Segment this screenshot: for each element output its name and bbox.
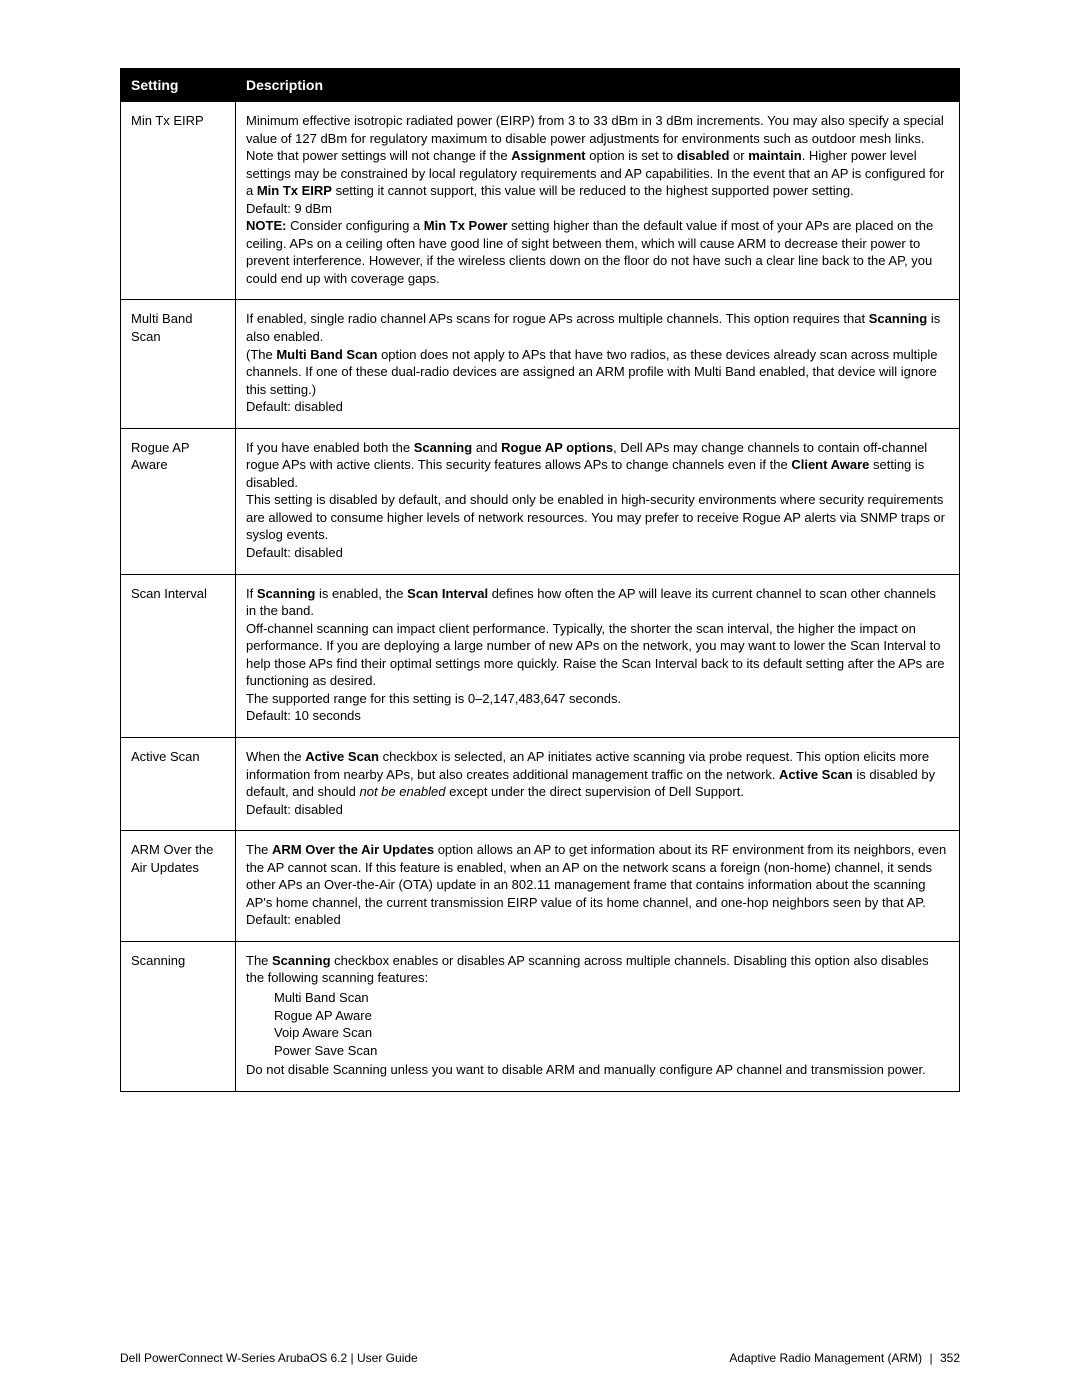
text: When the <box>246 749 305 764</box>
bold-term: Scan Interval <box>407 586 488 601</box>
default-text: Default: 9 dBm <box>246 201 332 216</box>
setting-cell: Multi Band Scan <box>121 300 236 428</box>
table-row: Multi Band Scan If enabled, single radio… <box>121 300 960 428</box>
setting-cell: Rogue AP Aware <box>121 428 236 574</box>
header-description: Description <box>236 69 960 102</box>
footer-product: Dell PowerConnect W-Series ArubaOS 6.2 <box>120 1351 347 1365</box>
bold-term: Scanning <box>414 440 473 455</box>
text: and <box>472 440 501 455</box>
text: If enabled, single radio channel APs sca… <box>246 311 869 326</box>
table-row: Min Tx EIRP Minimum effective isotropic … <box>121 102 960 300</box>
default-text: Default: 10 seconds <box>246 708 361 723</box>
text: checkbox enables or disables AP scanning… <box>246 953 929 986</box>
header-setting: Setting <box>121 69 236 102</box>
footer-right: Adaptive Radio Management (ARM) | 352 <box>729 1351 960 1365</box>
footer-guide: User Guide <box>357 1351 418 1365</box>
note-label: NOTE: <box>246 218 286 233</box>
text: If <box>246 586 257 601</box>
bold-term: ARM Over the Air Updates <box>272 842 434 857</box>
bold-term: maintain <box>748 148 801 163</box>
bold-term: Active Scan <box>779 767 853 782</box>
table-row: Active Scan When the Active Scan checkbo… <box>121 737 960 830</box>
list-item: Rogue AP Aware <box>274 1007 949 1025</box>
list-item: Voip Aware Scan <box>274 1024 949 1042</box>
description-cell: If you have enabled both the Scanning an… <box>236 428 960 574</box>
footer-page-number: 352 <box>940 1351 960 1365</box>
setting-cell: Active Scan <box>121 737 236 830</box>
table-row: ARM Over the Air Updates The ARM Over th… <box>121 831 960 942</box>
bold-term: Scanning <box>869 311 928 326</box>
text: Off-channel scanning can impact client p… <box>246 621 945 689</box>
description-cell: If enabled, single radio channel APs sca… <box>236 300 960 428</box>
settings-table: Setting Description Min Tx EIRP Minimum … <box>120 68 960 1092</box>
footer-sep: | <box>926 1351 936 1365</box>
table-header-row: Setting Description <box>121 69 960 102</box>
text: The <box>246 953 272 968</box>
bold-term: Multi Band Scan <box>276 347 377 362</box>
bold-term: Min Tx EIRP <box>257 183 332 198</box>
text: (The <box>246 347 276 362</box>
default-text: Default: disabled <box>246 802 343 817</box>
bold-term: Scanning <box>257 586 316 601</box>
description-cell: Minimum effective isotropic radiated pow… <box>236 102 960 300</box>
text: Do not disable Scanning unless you want … <box>246 1062 926 1077</box>
bold-term: Assignment <box>511 148 585 163</box>
page-footer: Dell PowerConnect W-Series ArubaOS 6.2 |… <box>120 1351 960 1365</box>
table-row: Scanning The Scanning checkbox enables o… <box>121 941 960 1091</box>
default-text: Default: enabled <box>246 912 341 927</box>
text: option is set to <box>586 148 677 163</box>
document-page: Setting Description Min Tx EIRP Minimum … <box>0 0 1080 1397</box>
text: Consider configuring a <box>286 218 423 233</box>
table-row: Scan Interval If Scanning is enabled, th… <box>121 574 960 737</box>
text: The <box>246 842 272 857</box>
bold-term: disabled <box>677 148 730 163</box>
description-cell: The ARM Over the Air Updates option allo… <box>236 831 960 942</box>
bold-term: Scanning <box>272 953 331 968</box>
text: is enabled, the <box>315 586 407 601</box>
setting-cell: Scanning <box>121 941 236 1091</box>
bold-term: Min Tx Power <box>424 218 508 233</box>
bold-term: Active Scan <box>305 749 379 764</box>
italic-term: not be enabled <box>359 784 445 799</box>
feature-list: Multi Band Scan Rogue AP Aware Voip Awar… <box>246 989 949 1059</box>
footer-left: Dell PowerConnect W-Series ArubaOS 6.2 |… <box>120 1351 418 1365</box>
table-row: Rogue AP Aware If you have enabled both … <box>121 428 960 574</box>
text: except under the direct supervision of D… <box>446 784 744 799</box>
bold-term: Rogue AP options <box>501 440 613 455</box>
setting-cell: ARM Over the Air Updates <box>121 831 236 942</box>
description-cell: When the Active Scan checkbox is selecte… <box>236 737 960 830</box>
text: If you have enabled both the <box>246 440 414 455</box>
description-cell: The Scanning checkbox enables or disable… <box>236 941 960 1091</box>
setting-cell: Min Tx EIRP <box>121 102 236 300</box>
text: This setting is disabled by default, and… <box>246 492 945 542</box>
text: or <box>729 148 748 163</box>
text: setting it cannot support, this value wi… <box>332 183 854 198</box>
list-item: Power Save Scan <box>274 1042 949 1060</box>
description-cell: If Scanning is enabled, the Scan Interva… <box>236 574 960 737</box>
default-text: Default: disabled <box>246 545 343 560</box>
bold-term: Client Aware <box>791 457 869 472</box>
footer-section: Adaptive Radio Management (ARM) <box>729 1351 922 1365</box>
default-text: Default: disabled <box>246 399 343 414</box>
setting-cell: Scan Interval <box>121 574 236 737</box>
text: The supported range for this setting is … <box>246 691 621 706</box>
list-item: Multi Band Scan <box>274 989 949 1007</box>
footer-sep: | <box>347 1351 357 1365</box>
